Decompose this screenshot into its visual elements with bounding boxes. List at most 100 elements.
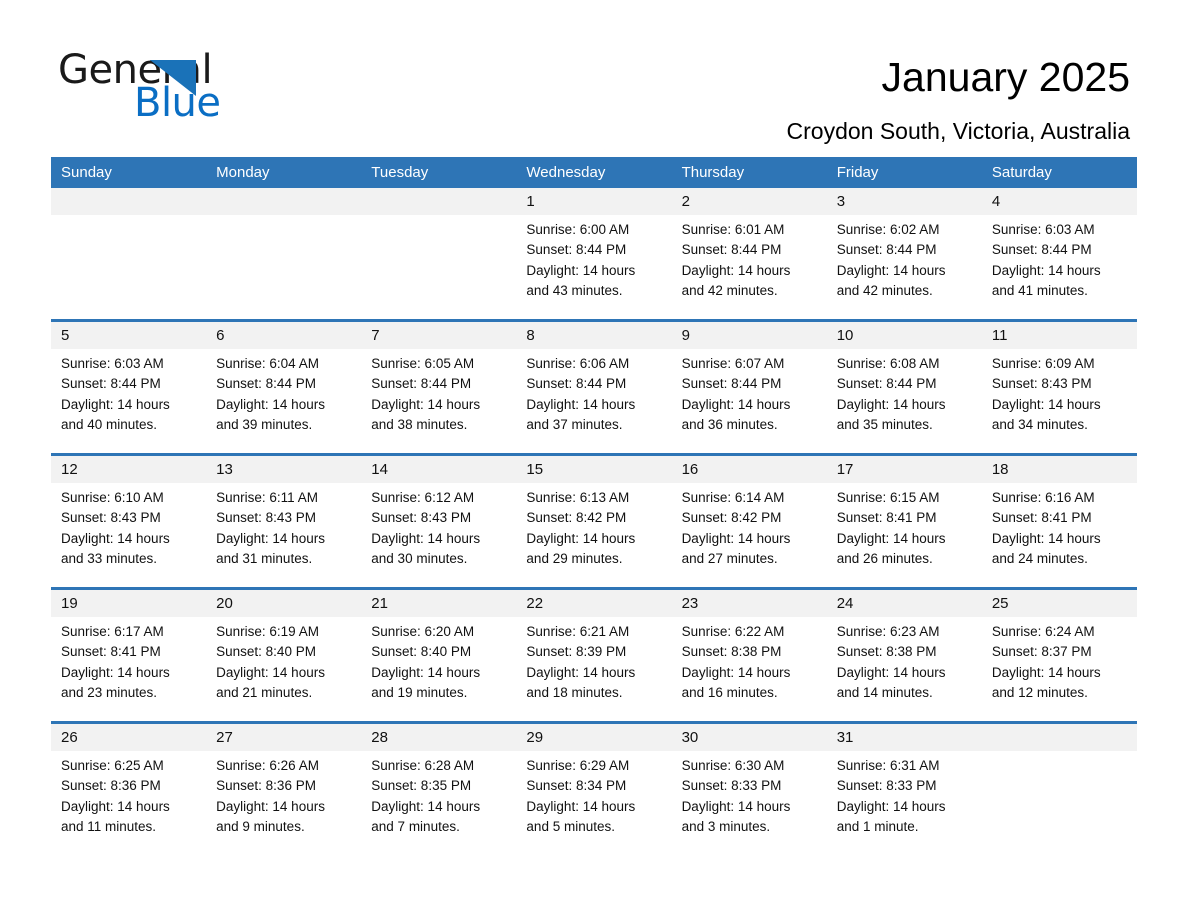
day-cell-1[interactable]: Sunrise: 6:00 AM Sunset: 8:44 PM Daylight:… [516,215,671,319]
daylight-text-cont: and 36 minutes. [681,416,778,432]
daylight-text: Daylight: 14 hours [991,262,1101,278]
day-cell-18[interactable]: Sunrise: 6:16 AM Sunset: 8:41 PM Daylight:… [982,483,1137,587]
sunrise-text: Sunrise: 6:04 AM [216,356,319,371]
daylight-text-cont: and 31 minutes. [216,550,313,566]
day-number-18[interactable]: 18 [982,456,1137,483]
sunrise-text: Sunrise: 6:08 AM [836,356,940,371]
day-number-7[interactable]: 7 [361,322,516,349]
week-detail-band: Sunrise: 6:17 AM Sunset: 8:41 PM Daylight:… [51,617,1137,721]
daylight-text-cont: and 35 minutes. [836,416,933,432]
day-number-empty [206,188,361,215]
day-cell-3[interactable]: Sunrise: 6:02 AM Sunset: 8:44 PM Daylight:… [827,215,982,319]
day-number-22[interactable]: 22 [516,590,671,617]
sunset-text: Sunset: 8:44 PM [526,242,627,258]
sunrise-text: Sunrise: 6:02 AM [836,222,940,237]
day-number-16[interactable]: 16 [672,456,827,483]
day-cell-14[interactable]: Sunrise: 6:12 AM Sunset: 8:43 PM Daylight:… [361,483,516,587]
day-cell-27[interactable]: Sunrise: 6:26 AM Sunset: 8:36 PM Daylight:… [206,751,361,855]
sunset-text: Sunset: 8:40 PM [371,644,472,660]
day-cell-30[interactable]: Sunrise: 6:30 AM Sunset: 8:33 PM Daylight:… [672,751,827,855]
daylight-text-cont: and 24 minutes. [991,550,1088,566]
daylight-text: Daylight: 14 hours [681,262,791,278]
day-number-3[interactable]: 3 [827,188,982,215]
day-cell-20[interactable]: Sunrise: 6:19 AM Sunset: 8:40 PM Daylight:… [206,617,361,721]
sunrise-text: Sunrise: 6:26 AM [216,758,319,773]
sunset-text: Sunset: 8:43 PM [61,510,161,526]
day-cell-7[interactable]: Sunrise: 6:05 AM Sunset: 8:44 PM Daylight:… [361,349,516,453]
week-daynum-band: 1234 [51,188,1137,215]
sunset-text: Sunset: 8:37 PM [991,644,1092,660]
week-detail-band: Sunrise: 6:25 AM Sunset: 8:36 PM Daylight:… [51,751,1137,855]
day-number-6[interactable]: 6 [206,322,361,349]
day-number-27[interactable]: 27 [206,724,361,751]
day-cell-6[interactable]: Sunrise: 6:04 AM Sunset: 8:44 PM Daylight:… [206,349,361,453]
day-number-28[interactable]: 28 [361,724,516,751]
day-number-9[interactable]: 9 [672,322,827,349]
day-number-10[interactable]: 10 [827,322,982,349]
day-number-11[interactable]: 11 [982,322,1137,349]
day-cell-23[interactable]: Sunrise: 6:22 AM Sunset: 8:38 PM Daylight:… [672,617,827,721]
day-number-19[interactable]: 19 [51,590,206,617]
day-cell-28[interactable]: Sunrise: 6:28 AM Sunset: 8:35 PM Daylight:… [361,751,516,855]
day-number-4[interactable]: 4 [982,188,1137,215]
sunrise-text: Sunrise: 6:23 AM [836,624,940,639]
sunset-text: Sunset: 8:44 PM [526,376,627,392]
sunset-text: Sunset: 8:34 PM [526,778,627,794]
day-number-21[interactable]: 21 [361,590,516,617]
general-blue-logo[interactable]: General Blue [58,48,358,128]
daylight-text-cont: and 12 minutes. [991,684,1088,700]
day-cell-9[interactable]: Sunrise: 6:07 AM Sunset: 8:44 PM Daylight:… [672,349,827,453]
day-cell-13[interactable]: Sunrise: 6:11 AM Sunset: 8:43 PM Daylight:… [206,483,361,587]
day-number-31[interactable]: 31 [827,724,982,751]
daylight-text-cont: and 39 minutes. [216,416,313,432]
page-header: General Blue January 2025 Croydon South,… [0,0,1188,155]
day-cell-11[interactable]: Sunrise: 6:09 AM Sunset: 8:43 PM Daylight:… [982,349,1137,453]
day-number-26[interactable]: 26 [51,724,206,751]
day-cell-10[interactable]: Sunrise: 6:08 AM Sunset: 8:44 PM Daylight:… [827,349,982,453]
page-subtitle: Croydon South, Victoria, Australia [786,118,1130,144]
sunset-text: Sunset: 8:43 PM [371,510,472,526]
day-cell-12[interactable]: Sunrise: 6:10 AM Sunset: 8:43 PM Daylight:… [51,483,206,587]
daylight-text: Daylight: 14 hours [991,530,1101,546]
daylight-text-cont: and 19 minutes. [371,684,468,700]
day-number-1[interactable]: 1 [516,188,671,215]
day-cell-26[interactable]: Sunrise: 6:25 AM Sunset: 8:36 PM Daylight:… [51,751,206,855]
daylight-text-cont: and 41 minutes. [991,282,1088,298]
sunrise-text: Sunrise: 6:19 AM [216,624,319,639]
day-cell-21[interactable]: Sunrise: 6:20 AM Sunset: 8:40 PM Daylight:… [361,617,516,721]
day-number-15[interactable]: 15 [516,456,671,483]
day-number-29[interactable]: 29 [516,724,671,751]
daylight-text-cont: and 26 minutes. [836,550,933,566]
day-number-24[interactable]: 24 [827,590,982,617]
day-cell-17[interactable]: Sunrise: 6:15 AM Sunset: 8:41 PM Daylight:… [827,483,982,587]
day-cell-31[interactable]: Sunrise: 6:31 AM Sunset: 8:33 PM Daylight:… [827,751,982,855]
day-number-23[interactable]: 23 [672,590,827,617]
day-cell-29[interactable]: Sunrise: 6:29 AM Sunset: 8:34 PM Daylight:… [516,751,671,855]
day-cell-22[interactable]: Sunrise: 6:21 AM Sunset: 8:39 PM Daylight:… [516,617,671,721]
calendar-week-row: 19 20 21 22 23 24 25 Sunrise: 6:17 AM Sunset: 8:… [51,587,1137,721]
day-cell-2[interactable]: Sunrise: 6:01 AM Sunset: 8:44 PM Daylight:… [672,215,827,319]
day-cell-4[interactable]: Sunrise: 6:03 AM Sunset: 8:44 PM Daylight:… [982,215,1137,319]
day-cell-19[interactable]: Sunrise: 6:17 AM Sunset: 8:41 PM Daylight:… [51,617,206,721]
day-number-25[interactable]: 25 [982,590,1137,617]
day-number-12[interactable]: 12 [51,456,206,483]
weekday-header-friday: Friday [836,164,879,181]
day-cell-15[interactable]: Sunrise: 6:13 AM Sunset: 8:42 PM Daylight:… [516,483,671,587]
sunset-text: Sunset: 8:36 PM [61,778,161,794]
day-cell-16[interactable]: Sunrise: 6:14 AM Sunset: 8:42 PM Daylight:… [672,483,827,587]
sunrise-text: Sunrise: 6:29 AM [526,758,630,773]
day-number-20[interactable]: 20 [206,590,361,617]
day-number-17[interactable]: 17 [827,456,982,483]
day-number-8[interactable]: 8 [516,322,671,349]
day-cell-5[interactable]: Sunrise: 6:03 AM Sunset: 8:44 PM Daylight:… [51,349,206,453]
day-number-5[interactable]: 5 [51,322,206,349]
day-cell-8[interactable]: Sunrise: 6:06 AM Sunset: 8:44 PM Daylight:… [516,349,671,453]
day-number-13[interactable]: 13 [206,456,361,483]
day-number-2[interactable]: 2 [672,188,827,215]
day-cell-24[interactable]: Sunrise: 6:23 AM Sunset: 8:38 PM Daylight:… [827,617,982,721]
calendar-week-row: 26 27 28 29 30 31 Sunrise: 6:25 AM Sunset: 8:36… [51,721,1137,855]
day-number-30[interactable]: 30 [672,724,827,751]
daylight-text: Daylight: 14 hours [836,664,946,680]
day-cell-25[interactable]: Sunrise: 6:24 AM Sunset: 8:37 PM Daylight:… [982,617,1137,721]
day-number-14[interactable]: 14 [361,456,516,483]
